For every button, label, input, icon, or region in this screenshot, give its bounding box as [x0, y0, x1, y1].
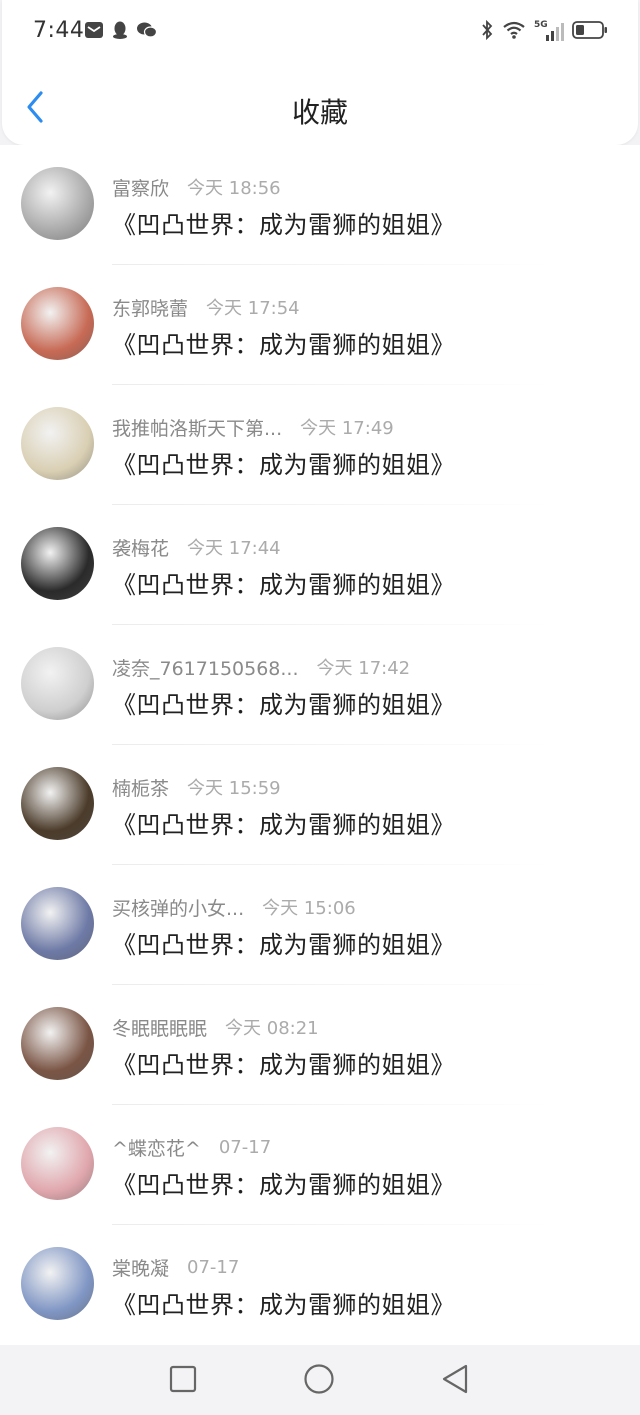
wechat-icon — [136, 20, 158, 44]
favorite-title[interactable]: 《凹凸世界：成为雷狮的姐姐》 — [112, 1165, 455, 1200]
username[interactable]: 买核弹的小女... — [112, 894, 244, 921]
timestamp: 今天 18:56 — [187, 178, 281, 199]
avatar[interactable] — [21, 167, 94, 240]
home-circle-icon — [303, 1363, 335, 1399]
avatar[interactable] — [21, 1127, 94, 1200]
favorite-title[interactable]: 《凹凸世界：成为雷狮的姐姐》 — [112, 685, 455, 720]
list-item[interactable]: ^蝶恋花^ 07-17 《凹凸世界：成为雷狮的姐姐》 — [0, 1105, 640, 1225]
username[interactable]: 凌奈_7617150568... — [112, 654, 299, 681]
back-triangle-icon — [440, 1363, 470, 1399]
list-item[interactable]: 楠栀茶 今天 15:59 《凹凸世界：成为雷狮的姐姐》 — [0, 745, 640, 865]
favorite-title[interactable]: 《凹凸世界：成为雷狮的姐姐》 — [112, 565, 455, 600]
recents-button[interactable] — [167, 1365, 199, 1397]
timestamp: 今天 17:49 — [300, 418, 394, 439]
list-item[interactable]: 我推帕洛斯天下第... 今天 17:49 《凹凸世界：成为雷狮的姐姐》 — [0, 385, 640, 505]
mail-icon — [84, 20, 104, 44]
avatar[interactable] — [21, 287, 94, 360]
list-item[interactable]: 买核弹的小女... 今天 15:06 《凹凸世界：成为雷狮的姐姐》 — [0, 865, 640, 985]
list-item[interactable]: 棠晚凝 07-17 《凹凸世界：成为雷狮的姐姐》 — [0, 1225, 640, 1345]
username[interactable]: 楠栀茶 — [112, 774, 169, 801]
username[interactable]: 袭梅花 — [112, 534, 169, 561]
favorite-title[interactable]: 《凹凸世界：成为雷狮的姐姐》 — [112, 1045, 455, 1080]
timestamp: 今天 17:54 — [206, 298, 300, 319]
avatar[interactable] — [21, 767, 94, 840]
avatar[interactable] — [21, 647, 94, 720]
page-title: 收藏 — [291, 96, 348, 129]
wifi-icon — [502, 20, 526, 44]
signal-5g-icon: 5G — [534, 20, 564, 43]
username[interactable]: 东郭晓蕾 — [112, 294, 188, 321]
avatar[interactable] — [21, 887, 94, 960]
timestamp: 今天 08:21 — [225, 1018, 319, 1039]
recents-square-icon — [169, 1365, 197, 1397]
avatar[interactable] — [21, 527, 94, 600]
bluetooth-icon — [480, 19, 494, 45]
list-item[interactable]: 冬眠眠眠眠 今天 08:21 《凹凸世界：成为雷狮的姐姐》 — [0, 985, 640, 1105]
username[interactable]: 富察欣 — [112, 174, 169, 201]
username[interactable]: 冬眠眠眠眠 — [112, 1014, 207, 1041]
qq-icon — [110, 20, 130, 44]
timestamp: 今天 15:59 — [187, 778, 281, 799]
status-time: 7:44 — [33, 18, 85, 43]
list-item[interactable]: 富察欣 今天 18:56 《凹凸世界：成为雷狮的姐姐》 — [0, 145, 640, 265]
system-nav-bar — [0, 1345, 640, 1415]
avatar[interactable] — [21, 1247, 94, 1320]
favorite-title[interactable]: 《凹凸世界：成为雷狮的姐姐》 — [112, 805, 455, 840]
timestamp: 今天 17:44 — [187, 538, 281, 559]
avatar[interactable] — [21, 1007, 94, 1080]
timestamp: 07-17 — [218, 1136, 272, 1158]
username[interactable]: 棠晚凝 — [112, 1254, 169, 1281]
battery-icon — [572, 20, 608, 44]
username[interactable]: 我推帕洛斯天下第... — [112, 414, 282, 441]
list-item[interactable]: 袭梅花 今天 17:44 《凹凸世界：成为雷狮的姐姐》 — [0, 505, 640, 625]
favorite-title[interactable]: 《凹凸世界：成为雷狮的姐姐》 — [112, 925, 455, 960]
favorite-title[interactable]: 《凹凸世界：成为雷狮的姐姐》 — [112, 1285, 455, 1320]
back-system-button[interactable] — [439, 1363, 471, 1399]
timestamp: 今天 17:42 — [316, 658, 411, 679]
home-button[interactable] — [303, 1363, 335, 1399]
timestamp: 今天 15:06 — [262, 898, 356, 919]
favorites-list: 富察欣 今天 18:56 《凹凸世界：成为雷狮的姐姐》 东郭晓蕾 今天 17:5… — [0, 145, 640, 1345]
timestamp: 07-17 — [187, 1256, 240, 1278]
nav-header: 收藏 — [0, 75, 640, 145]
favorite-title[interactable]: 《凹凸世界：成为雷狮的姐姐》 — [112, 445, 455, 480]
list-item[interactable]: 东郭晓蕾 今天 17:54 《凹凸世界：成为雷狮的姐姐》 — [0, 265, 640, 385]
favorite-title[interactable]: 《凹凸世界：成为雷狮的姐姐》 — [112, 325, 455, 360]
favorite-title[interactable]: 《凹凸世界：成为雷狮的姐姐》 — [112, 205, 455, 240]
avatar[interactable] — [21, 407, 94, 480]
list-item[interactable]: 凌奈_7617150568... 今天 17:42 《凹凸世界：成为雷狮的姐姐》 — [0, 625, 640, 745]
username[interactable]: ^蝶恋花^ — [112, 1134, 201, 1161]
status-bar: 7:44 5G — [0, 0, 640, 62]
